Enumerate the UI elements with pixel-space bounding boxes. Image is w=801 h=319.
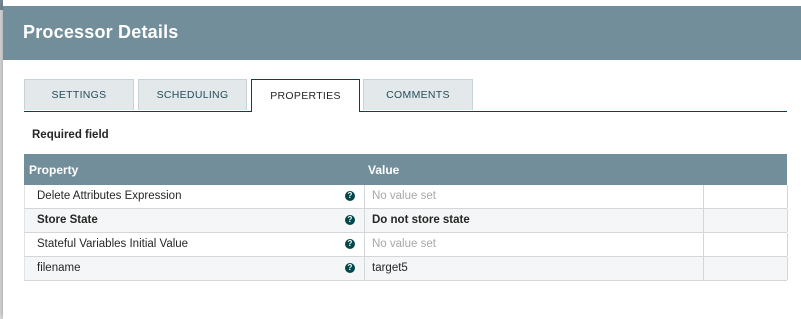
column-header-value[interactable]: Value xyxy=(368,163,399,177)
property-name: Delete Attributes Expression xyxy=(37,190,182,202)
actions-cell xyxy=(704,233,788,256)
properties-table: Property Value Delete Attributes Express… xyxy=(24,154,788,281)
value-cell[interactable]: Do not store state xyxy=(365,209,704,232)
table-row[interactable]: Delete Attributes Expression ? No value … xyxy=(24,185,788,209)
value-cell[interactable]: target5 xyxy=(365,257,704,280)
table-row[interactable]: Store State ? Do not store state xyxy=(24,209,788,233)
actions-cell xyxy=(704,209,788,232)
property-name: Store State xyxy=(37,214,98,226)
property-cell: Store State ? xyxy=(25,209,365,232)
question-circle-icon[interactable]: ? xyxy=(345,239,355,249)
table-row[interactable]: filename ? target5 xyxy=(24,257,788,281)
question-circle-icon[interactable]: ? xyxy=(345,191,355,201)
property-value: No value set xyxy=(372,190,436,202)
actions-cell xyxy=(704,185,788,208)
property-name: filename xyxy=(37,262,81,274)
property-value: No value set xyxy=(372,238,436,250)
tab-comments[interactable]: COMMENTS xyxy=(363,79,473,110)
property-cell: Delete Attributes Expression ? xyxy=(25,185,365,208)
actions-cell xyxy=(704,257,788,280)
processor-details-dialog: Processor Details SETTINGS SCHEDULING PR… xyxy=(3,0,801,319)
required-field-label: Required field xyxy=(32,129,109,141)
value-cell[interactable]: No value set xyxy=(365,185,704,208)
column-header-property[interactable]: Property xyxy=(29,163,78,177)
property-cell: filename ? xyxy=(25,257,365,280)
table-header: Property Value xyxy=(24,154,787,185)
dialog-header: Processor Details xyxy=(3,6,801,60)
dialog-title: Processor Details xyxy=(23,22,179,42)
property-value: target5 xyxy=(372,262,408,274)
property-name: Stateful Variables Initial Value xyxy=(37,238,189,250)
table-row[interactable]: Stateful Variables Initial Value ? No va… xyxy=(24,233,788,257)
value-cell[interactable]: No value set xyxy=(365,233,704,256)
question-circle-icon[interactable]: ? xyxy=(345,263,355,273)
question-circle-icon[interactable]: ? xyxy=(345,215,355,225)
tab-bar: SETTINGS SCHEDULING PROPERTIES COMMENTS xyxy=(24,79,787,112)
tab-settings[interactable]: SETTINGS xyxy=(24,79,134,110)
property-value: Do not store state xyxy=(372,214,470,226)
tab-properties[interactable]: PROPERTIES xyxy=(251,79,360,112)
tab-scheduling[interactable]: SCHEDULING xyxy=(138,79,247,110)
property-cell: Stateful Variables Initial Value ? xyxy=(25,233,365,256)
